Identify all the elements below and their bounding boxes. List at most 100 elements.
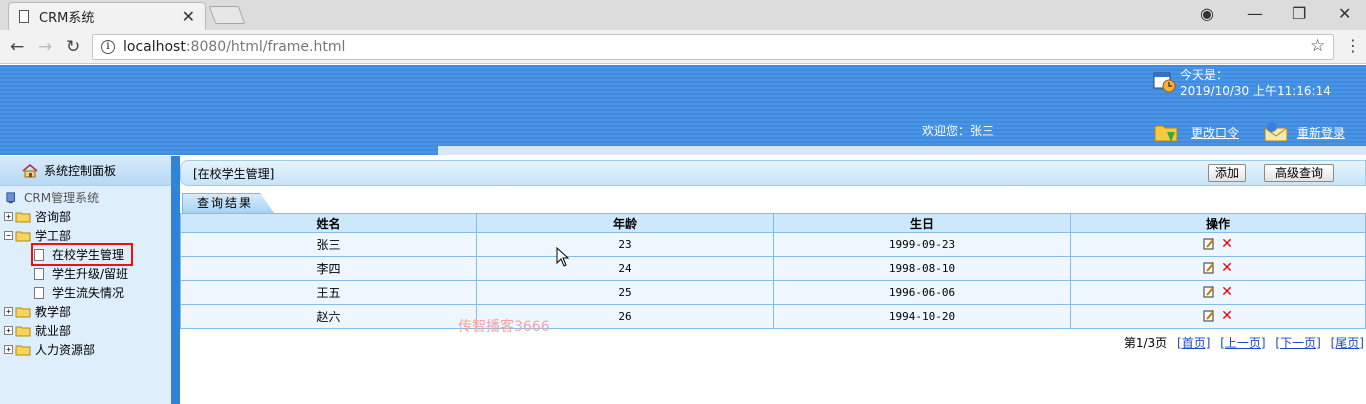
add-button-label: 添加 xyxy=(1215,166,1240,180)
table-header-row: 姓名 年龄 生日 操作 xyxy=(180,213,1366,233)
delete-icon[interactable]: ✕ xyxy=(1221,308,1233,324)
tree-leaf-label: 学生流失情况 xyxy=(52,286,125,300)
folder-icon xyxy=(15,345,31,355)
tree-node-label: 就业部 xyxy=(35,324,72,338)
tree-leaf-dropout[interactable]: 学生流失情况 xyxy=(4,283,171,302)
page-status: 第1/3页 xyxy=(1123,336,1168,350)
back-icon[interactable]: ← xyxy=(10,37,24,57)
folder-open-icon xyxy=(15,231,31,241)
delete-icon[interactable]: ✕ xyxy=(1221,236,1233,252)
url-host: localhost xyxy=(123,39,186,55)
sidebar: 系统控制面板 CRM管理系统 + 咨询部 − 学工部 在校学生管理 学生升级/留… xyxy=(0,156,171,404)
column-header-birthday: 生日 xyxy=(773,213,1071,233)
tree-leaf-label: 学生升级/留班 xyxy=(52,267,129,281)
expand-icon[interactable]: + xyxy=(4,326,13,335)
cell-name: 赵六 xyxy=(180,304,477,329)
tree-node-label: 学工部 xyxy=(35,229,72,243)
new-tab-button[interactable] xyxy=(208,6,246,24)
tree-node-student-affairs[interactable]: − 学工部 xyxy=(4,226,171,245)
cell-birthday: 1994-10-20 xyxy=(773,304,1071,329)
expand-icon[interactable]: + xyxy=(4,345,13,354)
delete-icon[interactable]: ✕ xyxy=(1221,260,1233,276)
watermark: 传智播客3666 xyxy=(458,319,550,335)
date-display: 今天是： 2019/10/30 上午11:16:14 xyxy=(1180,67,1331,99)
sidebar-divider xyxy=(171,156,180,404)
app-header: 今天是： 2019/10/30 上午11:16:14 欢迎您：张三 更改口令 重… xyxy=(0,65,1366,155)
welcome-text: 欢迎您：张三 xyxy=(922,124,995,138)
sidebar-title: 系统控制面板 xyxy=(44,164,117,178)
tree-node-employment[interactable]: + 就业部 xyxy=(4,321,171,340)
tree-leaf-current-students[interactable]: 在校学生管理 xyxy=(4,243,171,266)
cell-actions: ✕ xyxy=(1070,232,1366,257)
browser-menu-icon[interactable]: ⋮ xyxy=(1345,36,1361,55)
first-page-link[interactable]: [首页] xyxy=(1177,336,1210,350)
home-icon xyxy=(22,163,38,177)
delete-icon[interactable]: ✕ xyxy=(1221,284,1233,300)
cell-age: 23 xyxy=(476,232,774,257)
student-table: 姓名 年龄 生日 操作 张三 23 1999-09-23 ✕ 李四 24 199… xyxy=(180,213,1366,329)
close-tab-icon[interactable]: ✕ xyxy=(182,7,195,26)
table-row: 张三 23 1999-09-23 ✕ xyxy=(180,232,1366,257)
cell-actions: ✕ xyxy=(1070,304,1366,329)
computer-icon xyxy=(6,191,15,203)
folder-icon xyxy=(15,326,31,336)
cell-actions: ✕ xyxy=(1070,280,1366,305)
folder-key-icon xyxy=(1154,125,1178,142)
folder-icon xyxy=(15,307,31,317)
document-icon xyxy=(34,286,44,299)
today-label: 今天是： xyxy=(1180,68,1229,82)
cell-birthday: 1999-09-23 xyxy=(773,232,1071,257)
tree-node-label: 咨询部 xyxy=(35,210,72,224)
nav-tree: CRM管理系统 + 咨询部 − 学工部 在校学生管理 学生升级/留班 学生流失情… xyxy=(0,186,171,359)
cell-name: 张三 xyxy=(180,232,477,257)
column-header-actions: 操作 xyxy=(1070,213,1366,233)
edit-icon[interactable] xyxy=(1203,310,1215,322)
tree-node-hr[interactable]: + 人力资源部 xyxy=(4,340,171,359)
tree-node-label: 人力资源部 xyxy=(35,343,96,357)
column-header-name: 姓名 xyxy=(180,213,477,233)
expand-icon[interactable]: + xyxy=(4,212,13,221)
tree-root[interactable]: CRM管理系统 xyxy=(4,188,171,207)
last-page-link[interactable]: [尾页] xyxy=(1331,336,1364,350)
browser-tab-strip: CRM系统 ✕ ◉ — ❐ ✕ xyxy=(0,0,1366,30)
selected-leaf[interactable]: 在校学生管理 xyxy=(30,243,134,266)
edit-icon[interactable] xyxy=(1203,286,1215,298)
edit-icon[interactable] xyxy=(1203,262,1215,274)
cell-age: 24 xyxy=(476,256,774,281)
account-icon[interactable]: ◉ xyxy=(1200,4,1214,23)
bookmark-star-icon[interactable]: ☆ xyxy=(1310,36,1325,56)
url-input[interactable]: i localhost:8080/html/frame.html xyxy=(92,34,1334,60)
forward-icon[interactable]: → xyxy=(38,37,52,57)
info-icon[interactable]: i xyxy=(101,40,115,54)
add-button[interactable]: 添加 xyxy=(1208,164,1247,182)
cell-age: 25 xyxy=(476,280,774,305)
reload-icon[interactable]: ↻ xyxy=(66,37,80,57)
header-band xyxy=(438,146,1366,155)
calendar-clock-icon xyxy=(1153,72,1176,93)
results-tab[interactable]: 查询结果 xyxy=(182,193,275,213)
collapse-icon[interactable]: − xyxy=(4,231,13,240)
tree-node-teaching[interactable]: + 教学部 xyxy=(4,302,171,321)
expand-icon[interactable]: + xyxy=(4,307,13,316)
next-page-link[interactable]: [下一页] xyxy=(1275,336,1320,350)
prev-page-link[interactable]: [上一页] xyxy=(1220,336,1265,350)
mouse-cursor-icon xyxy=(556,247,570,267)
relogin-link[interactable]: 重新登录 xyxy=(1297,124,1345,141)
maximize-icon[interactable]: ❐ xyxy=(1292,4,1306,23)
tree-leaf-upgrade[interactable]: 学生升级/留班 xyxy=(4,264,171,283)
change-password-link[interactable]: 更改口令 xyxy=(1191,124,1239,141)
tree-node-consult[interactable]: + 咨询部 xyxy=(4,207,171,226)
cell-actions: ✕ xyxy=(1070,256,1366,281)
browser-tab[interactable]: CRM系统 ✕ xyxy=(8,2,206,30)
table-row: 赵六 26 1994-10-20 ✕ xyxy=(180,304,1366,329)
advanced-search-label: 高级查询 xyxy=(1274,166,1323,180)
cell-name: 王五 xyxy=(180,280,477,305)
tree-leaf-label: 在校学生管理 xyxy=(52,248,125,262)
advanced-search-button[interactable]: 高级查询 xyxy=(1264,164,1334,182)
document-icon xyxy=(34,267,44,280)
edit-icon[interactable] xyxy=(1203,238,1215,250)
table-row: 李四 24 1998-08-10 ✕ xyxy=(180,256,1366,281)
folder-icon xyxy=(15,212,31,222)
minimize-icon[interactable]: — xyxy=(1247,4,1263,23)
close-window-icon[interactable]: ✕ xyxy=(1338,4,1351,23)
